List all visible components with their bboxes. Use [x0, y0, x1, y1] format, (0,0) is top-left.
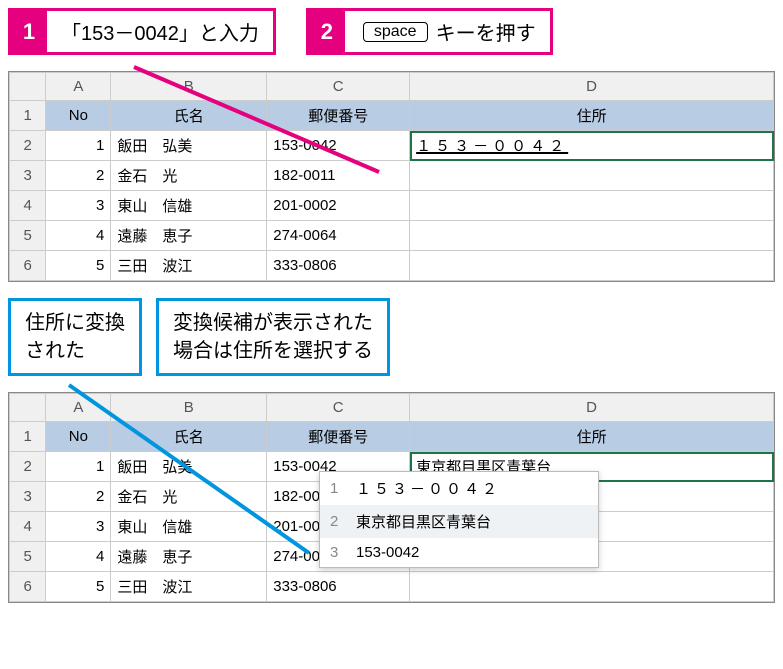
header-no[interactable]: No: [46, 101, 111, 131]
table-row: 2 1 飯田 弘美 153-0042 １５３－００４２: [10, 131, 774, 161]
note-candidates: 変換候補が表示された 場合は住所を選択する: [156, 298, 390, 376]
header-postal[interactable]: 郵便番号: [267, 101, 410, 131]
step-1-callout: 1 「153－0042」と入力: [8, 8, 276, 55]
candidate-item[interactable]: 3 153-0042: [320, 538, 598, 567]
header-name[interactable]: 氏名: [111, 422, 267, 452]
row-header-4[interactable]: 4: [10, 191, 46, 221]
cell[interactable]: [410, 572, 774, 602]
candidate-number: 1: [330, 480, 344, 497]
cell[interactable]: 2: [46, 161, 111, 191]
table-row: 4 3 東山 信雄 201-0002: [10, 191, 774, 221]
col-header-c[interactable]: C: [267, 394, 410, 422]
row-header-2[interactable]: 2: [10, 452, 46, 482]
cell[interactable]: 4: [46, 542, 111, 572]
cell[interactable]: [410, 221, 774, 251]
cell[interactable]: 飯田 弘美: [111, 452, 267, 482]
row-header-2[interactable]: 2: [10, 131, 46, 161]
step-1-number: 1: [11, 11, 47, 52]
candidate-number: 2: [330, 513, 344, 530]
cell[interactable]: 遠藤 恵子: [111, 221, 267, 251]
candidate-number: 3: [330, 544, 344, 561]
cell[interactable]: 三田 波江: [111, 572, 267, 602]
header-postal[interactable]: 郵便番号: [267, 422, 410, 452]
table-row: 6 5 三田 波江 333-0806: [10, 572, 774, 602]
col-header-b[interactable]: B: [111, 394, 267, 422]
table-row: 3 2 金石 光 182-0011: [10, 161, 774, 191]
step-2-suffix: キーを押す: [436, 17, 536, 46]
table-row: 6 5 三田 波江 333-0806: [10, 251, 774, 281]
cell[interactable]: 遠藤 恵子: [111, 542, 267, 572]
cell[interactable]: [410, 191, 774, 221]
step-2-number: 2: [309, 11, 345, 52]
cell[interactable]: 金石 光: [111, 482, 267, 512]
select-all-corner[interactable]: [10, 394, 46, 422]
candidate-text: １５３－００４２: [356, 478, 500, 499]
cell[interactable]: 333-0806: [267, 572, 410, 602]
row-header-6[interactable]: 6: [10, 251, 46, 281]
cell[interactable]: 飯田 弘美: [111, 131, 267, 161]
cell[interactable]: [410, 251, 774, 281]
header-name[interactable]: 氏名: [111, 101, 267, 131]
active-cell-d2[interactable]: １５３－００４２: [410, 131, 774, 161]
col-header-a[interactable]: A: [46, 73, 111, 101]
col-header-d[interactable]: D: [410, 394, 774, 422]
step-2-text: space キーを押す: [345, 11, 550, 52]
cell[interactable]: 1: [46, 452, 111, 482]
cell[interactable]: 東山 信雄: [111, 191, 267, 221]
cell[interactable]: 1: [46, 131, 111, 161]
ime-candidate-list: 1 １５３－００４２ 2 東京都目黒区青葉台 3 153-0042: [319, 471, 599, 568]
cell[interactable]: 201-0002: [267, 191, 410, 221]
cell[interactable]: 三田 波江: [111, 251, 267, 281]
cell[interactable]: [410, 161, 774, 191]
cell[interactable]: 5: [46, 572, 111, 602]
header-addr[interactable]: 住所: [410, 422, 774, 452]
candidate-item[interactable]: 1 １５３－００４２: [320, 472, 598, 505]
cell[interactable]: 3: [46, 191, 111, 221]
cell[interactable]: 3: [46, 512, 111, 542]
spreadsheet-1: A B C D 1 No 氏名 郵便番号 住所 2 1 飯田 弘美 153-00…: [8, 71, 775, 282]
note-converted: 住所に変換 された: [8, 298, 142, 376]
row-header-3[interactable]: 3: [10, 482, 46, 512]
cell[interactable]: 182-0011: [267, 161, 410, 191]
cell[interactable]: 4: [46, 221, 111, 251]
col-header-b[interactable]: B: [111, 73, 267, 101]
candidate-item[interactable]: 2 東京都目黒区青葉台: [320, 505, 598, 538]
cell[interactable]: 153-0042: [267, 131, 410, 161]
col-header-c[interactable]: C: [267, 73, 410, 101]
row-header-5[interactable]: 5: [10, 542, 46, 572]
col-header-a[interactable]: A: [46, 394, 111, 422]
cell[interactable]: 東山 信雄: [111, 512, 267, 542]
header-addr[interactable]: 住所: [410, 101, 774, 131]
candidate-text: 東京都目黒区青葉台: [356, 511, 491, 532]
header-no[interactable]: No: [46, 422, 111, 452]
row-header-5[interactable]: 5: [10, 221, 46, 251]
row-header-1[interactable]: 1: [10, 422, 46, 452]
cell[interactable]: 5: [46, 251, 111, 281]
row-header-1[interactable]: 1: [10, 101, 46, 131]
step-1-text: 「153－0042」と入力: [47, 11, 273, 52]
row-header-3[interactable]: 3: [10, 161, 46, 191]
spreadsheet-2: A B C D 1 No 氏名 郵便番号 住所 2 1 飯田 弘美 153-00…: [8, 392, 775, 603]
row-header-6[interactable]: 6: [10, 572, 46, 602]
cell[interactable]: 2: [46, 482, 111, 512]
row-header-4[interactable]: 4: [10, 512, 46, 542]
cell[interactable]: 333-0806: [267, 251, 410, 281]
col-header-d[interactable]: D: [410, 73, 774, 101]
candidate-text: 153-0042: [356, 544, 419, 561]
cell[interactable]: 金石 光: [111, 161, 267, 191]
cell[interactable]: 274-0064: [267, 221, 410, 251]
step-2-callout: 2 space キーを押す: [306, 8, 553, 55]
table-row: 5 4 遠藤 恵子 274-0064: [10, 221, 774, 251]
select-all-corner[interactable]: [10, 73, 46, 101]
space-keycap: space: [363, 22, 428, 42]
ime-composition: １５３－００４２: [416, 138, 568, 155]
